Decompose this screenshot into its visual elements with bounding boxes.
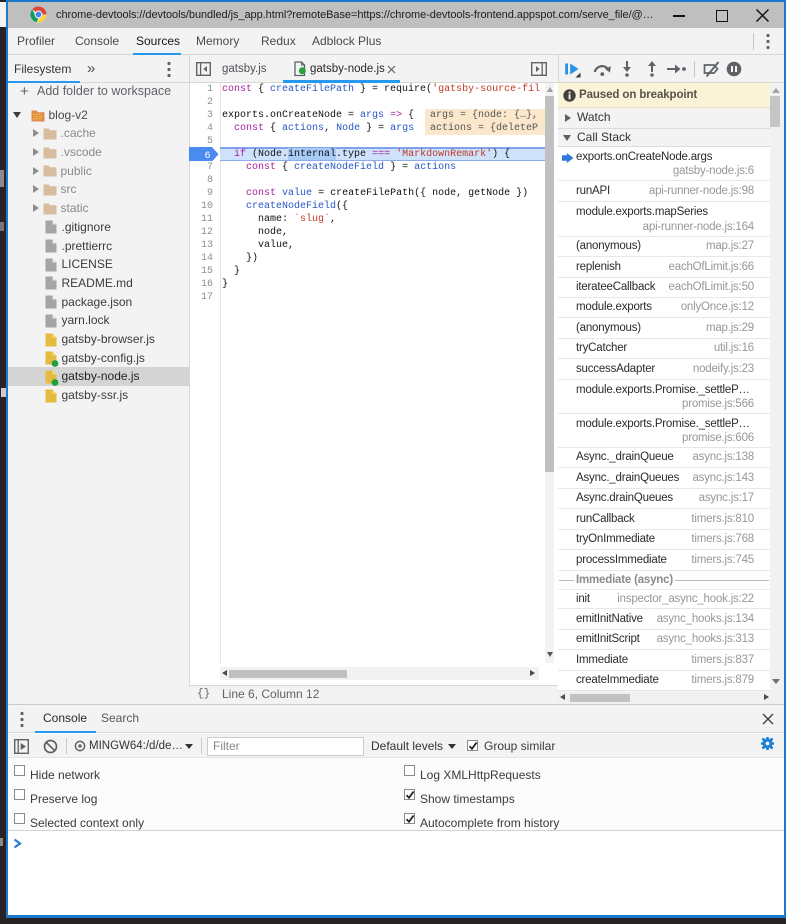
svg-text:6: 6 [205, 151, 211, 162]
